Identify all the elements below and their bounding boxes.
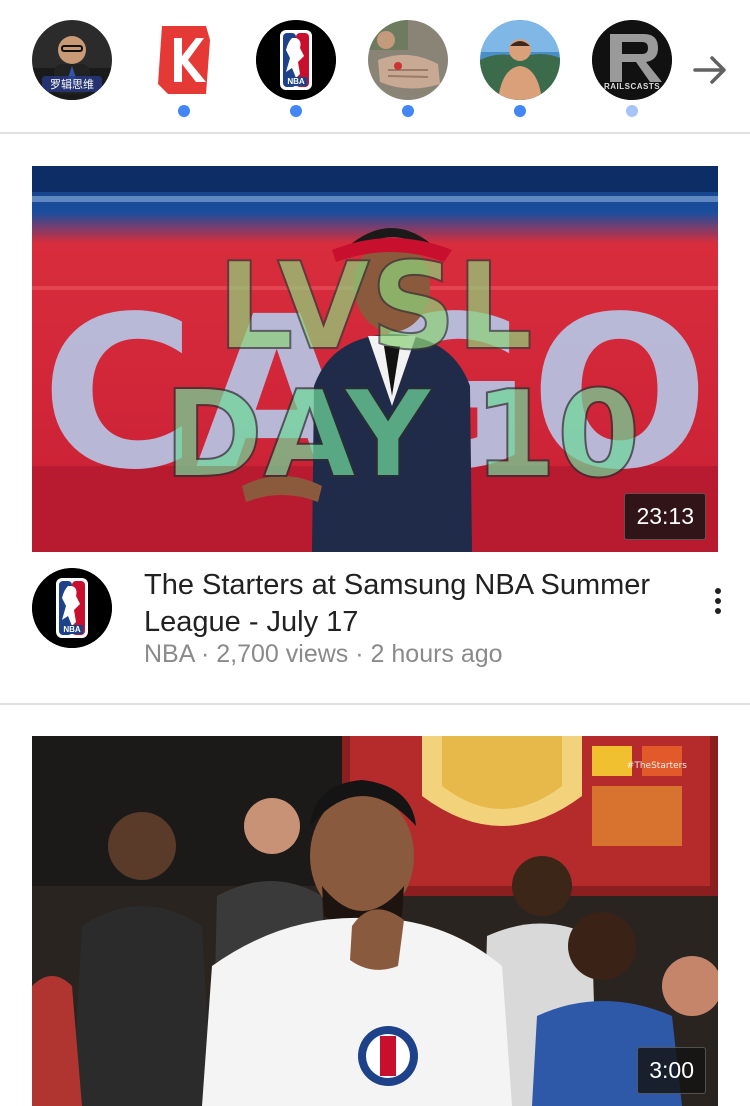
thumbnail-overlay-top: LVSL — [217, 238, 533, 377]
video-title[interactable]: The Starters at Samsung NBA Summer Leagu… — [144, 567, 684, 641]
more-options-icon[interactable] — [706, 584, 730, 624]
channel-logo-text: NBA — [61, 625, 83, 634]
meta-separator: · — [355, 640, 371, 668]
channel-avatar-nba[interactable]: NBA — [32, 568, 112, 648]
video-thumbnail[interactable]: #TheStarters 3:00 — [32, 736, 718, 1106]
thumbnail-watermark: #TheStarters — [627, 761, 688, 771]
video-card: #TheStarters 3:00 — [0, 704, 750, 1106]
duration-badge: 3:00 — [637, 1047, 706, 1094]
duration-badge: 23:13 — [624, 493, 706, 540]
meta-separator: · — [200, 640, 217, 668]
channel-name[interactable]: NBA — [144, 640, 194, 668]
thumbnail-overlay-bottom: DAY 10 — [164, 366, 641, 505]
video-card: CAGO LVSL DAY 10 23:13 NBA The Starters … — [0, 0, 750, 704]
video-thumbnail[interactable]: CAGO LVSL DAY 10 23:13 — [32, 166, 718, 552]
view-count: 2,700 views — [216, 640, 349, 668]
upload-age: 2 hours ago — [370, 640, 503, 668]
video-meta: NBA · 2,700 views · 2 hours ago — [144, 640, 503, 669]
